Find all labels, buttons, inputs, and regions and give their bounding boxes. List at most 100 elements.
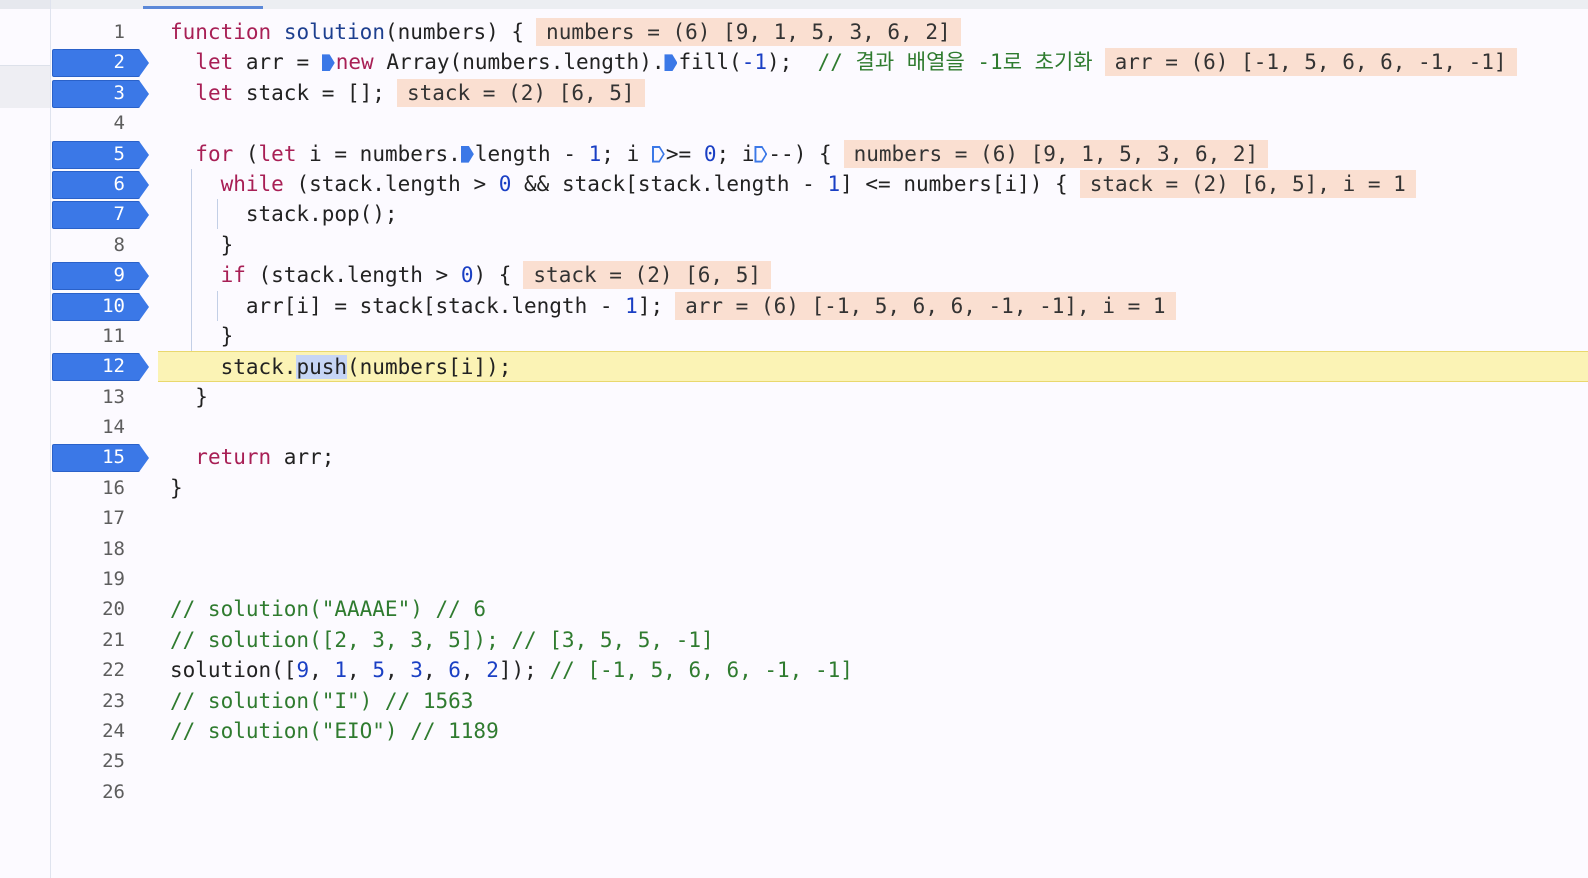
code-line[interactable] (158, 412, 1588, 442)
line-number[interactable]: 22 (51, 655, 158, 685)
left-panel-selected-row[interactable] (0, 65, 50, 108)
left-panel-tab[interactable] (0, 0, 50, 9)
inline-value-preview[interactable]: stack = (2) [6, 5] (396, 78, 645, 107)
line-number[interactable]: 13 (51, 382, 158, 412)
line-number-text: 24 (102, 719, 125, 742)
selected-text[interactable]: push (296, 355, 348, 380)
keyword: let (258, 141, 297, 166)
line-number[interactable]: 20 (51, 594, 158, 624)
code-line[interactable]: // solution("I") // 1563 (158, 686, 1588, 716)
code-line[interactable] (158, 746, 1588, 776)
code-editor[interactable]: function solution(numbers) {numbers = (6… (158, 17, 1588, 807)
line-number[interactable]: 8 (51, 230, 158, 260)
code-line[interactable]: for (let i = numbers. length - 1; i >= 0;… (158, 139, 1588, 169)
line-number[interactable]: 19 (51, 564, 158, 594)
editor-tab-bar (51, 0, 1588, 9)
line-number-text: 15 (102, 446, 125, 469)
code-text: && stack[stack.length - (511, 171, 828, 196)
breakpoint-marker[interactable]: 9 (51, 260, 158, 291)
code-line[interactable]: arr[i] = stack[stack.length - 1]; arr = (… (158, 291, 1588, 321)
code-line[interactable] (158, 108, 1588, 138)
code-line[interactable] (158, 777, 1588, 807)
line-number[interactable]: 16 (51, 473, 158, 503)
code-line[interactable]: let arr = new Array(numbers.length). fill… (158, 47, 1588, 77)
code-line[interactable]: return arr; (158, 442, 1588, 472)
breakpoint-marker[interactable]: 7 (51, 199, 158, 230)
line-number-gutter[interactable]: 1 2 3 4 5 6 7 8 9 10 11 12 13 14 15 16 1… (51, 17, 158, 807)
line-number[interactable]: 18 (51, 534, 158, 564)
breakpoint-marker[interactable]: 12 (51, 351, 158, 382)
code-line[interactable]: function solution(numbers) {numbers = (6… (158, 17, 1588, 47)
breakpoint-marker[interactable]: 15 (51, 442, 158, 473)
line-number-text: 14 (102, 416, 125, 439)
line-number[interactable]: 4 (51, 108, 158, 138)
inline-value-preview[interactable]: numbers = (6) [9, 1, 5, 3, 6, 2] (843, 139, 1269, 168)
breakpoint-marker[interactable]: 3 (51, 78, 158, 109)
keyword: new (335, 50, 374, 75)
step-marker-icon[interactable] (754, 146, 767, 163)
line-number-text: 12 (102, 355, 125, 378)
code-line[interactable]: let stack = []; stack = (2) [6, 5] (158, 78, 1588, 108)
number-literal: 3 (410, 658, 423, 683)
breakpoint-marker[interactable]: 5 (51, 139, 158, 169)
line-number-text: 16 (102, 476, 125, 499)
code-line[interactable]: } (158, 230, 1588, 260)
line-number[interactable]: 21 (51, 625, 158, 655)
code-line[interactable] (158, 564, 1588, 594)
code-comment: // 결과 배열을 -1로 초기화 (817, 50, 1093, 75)
code-line[interactable]: } (158, 321, 1588, 351)
code-comment: // solution([2, 3, 3, 5]); // [3, 5, 5, … (170, 627, 714, 652)
line-number[interactable]: 1 (51, 17, 158, 47)
line-number-text: 19 (102, 568, 125, 591)
line-number[interactable]: 11 (51, 321, 158, 351)
code-text: } (220, 232, 234, 257)
code-line[interactable] (158, 534, 1588, 564)
inline-value-preview[interactable]: stack = (2) [6, 5], i = 1 (1079, 169, 1416, 198)
code-line[interactable]: if (stack.length > 0) {stack = (2) [6, 5… (158, 260, 1588, 290)
line-number-text: 23 (102, 689, 125, 712)
code-line[interactable]: } (158, 382, 1588, 412)
line-number-text: 10 (102, 294, 125, 317)
code-text: >= (665, 141, 704, 166)
line-number[interactable]: 25 (51, 746, 158, 776)
inline-value-preview[interactable]: arr = (6) [-1, 5, 6, 6, -1, -1], i = 1 (675, 291, 1176, 320)
inline-value-preview[interactable]: numbers = (6) [9, 1, 5, 3, 6, 2] (536, 18, 961, 46)
line-number-text: 7 (113, 203, 125, 226)
line-number-text: 4 (113, 112, 125, 135)
step-marker-icon[interactable] (664, 54, 678, 72)
line-number[interactable]: 14 (51, 412, 158, 442)
active-editor-tab[interactable] (143, 6, 263, 9)
code-line[interactable]: } (158, 473, 1588, 503)
number-literal: -1 (741, 50, 767, 75)
line-number-text: 8 (113, 233, 125, 256)
inline-value-preview[interactable]: stack = (2) [6, 5] (523, 261, 771, 290)
code-line[interactable]: // solution("AAAAE") // 6 (158, 594, 1588, 624)
breakpoint-marker[interactable]: 2 (51, 47, 158, 78)
breakpoint-marker[interactable]: 6 (51, 169, 158, 200)
code-line[interactable]: while (stack.length > 0 && stack[stack.l… (158, 169, 1588, 199)
code-line[interactable]: // solution("EIO") // 1189 (158, 716, 1588, 746)
line-number[interactable]: 26 (51, 777, 158, 807)
code-line[interactable]: // solution([2, 3, 3, 5]); // [3, 5, 5, … (158, 625, 1588, 655)
number-literal: 1 (588, 141, 602, 166)
code-text: } (220, 323, 234, 348)
code-comment: // solution("I") // 1563 (170, 688, 474, 713)
current-execution-line[interactable]: stack.push(numbers[i]); (158, 351, 1588, 382)
code-line[interactable]: solution([9, 1, 5, 3, 6, 2]); // [-1, 5,… (158, 655, 1588, 685)
number-literal: 1 (334, 658, 348, 683)
inline-value-preview[interactable]: arr = (6) [-1, 5, 6, 6, -1, -1] (1104, 48, 1517, 77)
step-marker-icon[interactable] (321, 54, 335, 72)
code-text: solution([ (170, 658, 297, 683)
code-line[interactable] (158, 503, 1588, 533)
code-comment: // [-1, 5, 6, 6, -1, -1] (549, 658, 853, 683)
step-marker-icon[interactable] (460, 145, 474, 163)
code-text: ]); (498, 658, 550, 683)
step-marker-icon[interactable] (652, 146, 665, 163)
line-number[interactable]: 23 (51, 686, 158, 716)
line-number[interactable]: 17 (51, 503, 158, 533)
code-line[interactable]: stack.pop(); (158, 199, 1588, 229)
code-text: length - (474, 141, 589, 166)
breakpoint-marker[interactable]: 10 (51, 291, 158, 321)
line-number[interactable]: 24 (51, 716, 158, 746)
code-text: ); (767, 50, 793, 75)
